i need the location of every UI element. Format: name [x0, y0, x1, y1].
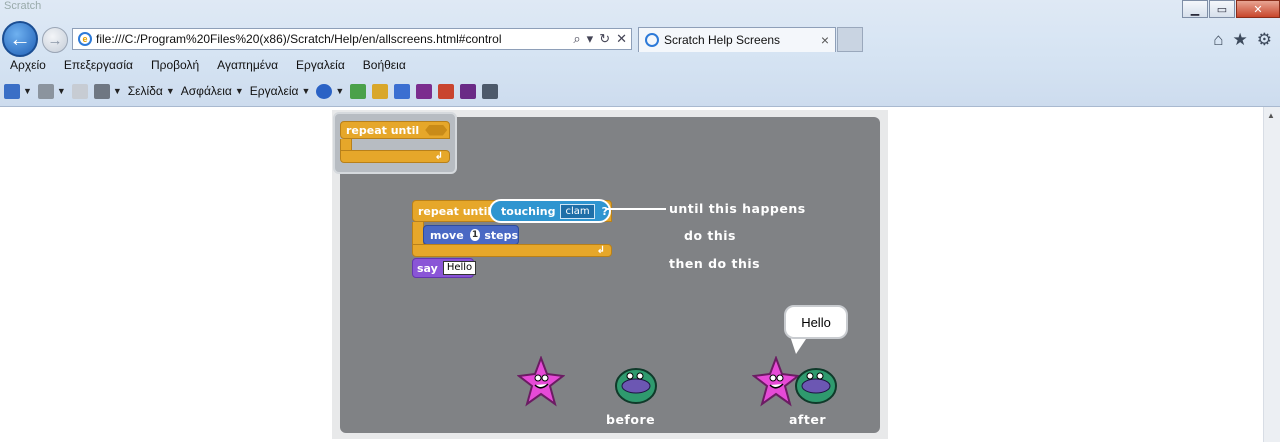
- move-steps-block: move 1 steps: [423, 225, 519, 245]
- gear-icon[interactable]: ⚙: [1257, 30, 1272, 50]
- menu-view[interactable]: Προβολή: [141, 56, 207, 76]
- home-icon: [4, 83, 20, 99]
- connector-line: [606, 208, 666, 210]
- mail-icon: [71, 83, 88, 99]
- address-tools: ⌕ ▾ ↻ ✕: [573, 31, 631, 47]
- ie-tab-icon: [645, 33, 659, 47]
- repeat-until-label: repeat until: [418, 204, 492, 218]
- menu-file[interactable]: Αρχείο: [0, 56, 54, 76]
- onenote-icon: [460, 83, 477, 99]
- annotation-until: until this happens: [669, 201, 806, 216]
- onenote2-cmd-button[interactable]: [460, 83, 477, 99]
- rss-icon: [37, 83, 54, 99]
- mail-cmd-button[interactable]: [71, 83, 88, 99]
- extra-cmd-button[interactable]: [482, 83, 499, 99]
- messenger-icon: [350, 83, 367, 99]
- tools-menu-label: Εργαλεία: [249, 84, 299, 98]
- ie-page-icon: e: [78, 32, 92, 46]
- window-title: Scratch: [4, 0, 42, 12]
- touching-question: ?: [601, 204, 609, 218]
- clam-sprite-before: [615, 368, 657, 404]
- touching-label: touching: [501, 204, 556, 218]
- scroll-up-icon[interactable]: ▲: [1267, 111, 1275, 120]
- send-cmd-button[interactable]: [438, 83, 455, 99]
- home-cmd-button[interactable]: ▼: [4, 83, 32, 99]
- caption-after: after: [789, 412, 826, 427]
- starfish-sprite-after: [752, 356, 800, 407]
- research-icon: [372, 83, 389, 99]
- right-nav: ⌂ ★ ⚙: [1213, 30, 1272, 50]
- research-cmd-button[interactable]: [372, 83, 389, 99]
- maximize-button[interactable]: ▭: [1209, 0, 1235, 18]
- binoculars-icon: [482, 83, 499, 99]
- arrow-left-icon: ←: [9, 26, 31, 51]
- onenote-cmd-button[interactable]: [416, 83, 433, 99]
- move-steps-value: 1: [469, 229, 481, 241]
- repeat-block-bottom: ↲: [412, 244, 612, 257]
- back-button[interactable]: ←: [2, 21, 38, 57]
- clam-sprite-after: [795, 368, 837, 404]
- annotation-do: do this: [684, 228, 736, 243]
- stop-icon[interactable]: ✕: [616, 31, 627, 47]
- arrow-right-icon: →: [47, 31, 63, 49]
- menu-edit[interactable]: Επεξεργασία: [54, 56, 141, 76]
- menu-tools[interactable]: Εργαλεία: [286, 56, 353, 76]
- music-icon: [394, 83, 411, 99]
- help-icon: [316, 83, 333, 99]
- printer-icon: [93, 83, 110, 99]
- say-text-field: Hello: [442, 261, 477, 275]
- say-label: say: [417, 261, 438, 275]
- palette-repeat-label: repeat until: [346, 123, 420, 137]
- tools-menu-button[interactable]: Εργαλεία ▼: [250, 84, 311, 98]
- close-window-button[interactable]: ✕: [1236, 0, 1280, 18]
- new-tab-button[interactable]: [837, 27, 863, 52]
- window-controls: ▁ ▭ ✕: [1181, 0, 1280, 18]
- favorites-icon[interactable]: ★: [1233, 30, 1248, 50]
- music-cmd-button[interactable]: [394, 83, 411, 99]
- touching-sensing-block: touching clam ?: [489, 199, 611, 223]
- page-menu-label: Σελίδα: [127, 84, 163, 98]
- caption-before: before: [606, 412, 656, 427]
- command-bar: ▼ ▼ ▼ Σελίδα ▼ Ασφάλεια ▼ Εργαλεία ▼ ▼: [4, 81, 504, 101]
- dropdown-icon[interactable]: ▾: [587, 31, 594, 47]
- hex-slot: [425, 124, 448, 136]
- address-url[interactable]: file:///C:/Program%20Files%20(x86)/Scrat…: [96, 32, 573, 46]
- minimize-button[interactable]: ▁: [1182, 0, 1208, 18]
- annotation-then: then do this: [669, 256, 761, 271]
- starfish-sprite-before: [517, 356, 565, 407]
- feeds-cmd-button[interactable]: ▼: [37, 83, 66, 99]
- menu-help[interactable]: Βοήθεια: [353, 56, 414, 76]
- home-icon[interactable]: ⌂: [1213, 30, 1223, 50]
- browser-chrome: Scratch ▁ ▭ ✕ ← → e file:///C:/Program%2…: [0, 0, 1280, 107]
- loop-arrow-icon: ↲: [434, 151, 443, 162]
- vertical-scrollbar[interactable]: ▲: [1263, 107, 1280, 442]
- menu-favorites[interactable]: Αγαπημένα: [207, 56, 286, 76]
- move-label: move: [430, 228, 464, 242]
- speech-bubble: Hello: [784, 305, 848, 339]
- onenote-icon: [416, 83, 433, 99]
- address-bar[interactable]: e file:///C:/Program%20Files%20(x86)/Scr…: [72, 28, 632, 50]
- move-steps-unit: steps: [484, 228, 518, 242]
- palette-repeat-until-top: repeat until: [340, 121, 450, 139]
- forward-button[interactable]: →: [42, 27, 68, 53]
- browser-tab[interactable]: Scratch Help Screens ×: [638, 27, 836, 52]
- search-icon[interactable]: ⌕: [573, 31, 580, 47]
- tab-close-icon[interactable]: ×: [821, 32, 829, 48]
- messenger-cmd-button[interactable]: [350, 83, 367, 99]
- refresh-icon[interactable]: ↻: [599, 31, 610, 47]
- touching-target-field: clam: [560, 203, 595, 219]
- page-menu-button[interactable]: Σελίδα ▼: [128, 84, 175, 98]
- palette-block-bottom: ↲: [340, 150, 450, 163]
- say-block: say Hello: [412, 258, 477, 278]
- send-icon: [438, 83, 455, 99]
- help-cmd-button[interactable]: ▼: [316, 83, 344, 99]
- print-cmd-button[interactable]: ▼: [93, 83, 122, 99]
- tab-title: Scratch Help Screens: [664, 33, 781, 47]
- safety-menu-label: Ασφάλεια: [180, 84, 232, 98]
- safety-menu-button[interactable]: Ασφάλεια ▼: [181, 84, 244, 98]
- loop-arrow-icon: ↲: [596, 245, 605, 256]
- menu-bar: Αρχείο Επεξεργασία Προβολή Αγαπημένα Εργ…: [0, 56, 414, 76]
